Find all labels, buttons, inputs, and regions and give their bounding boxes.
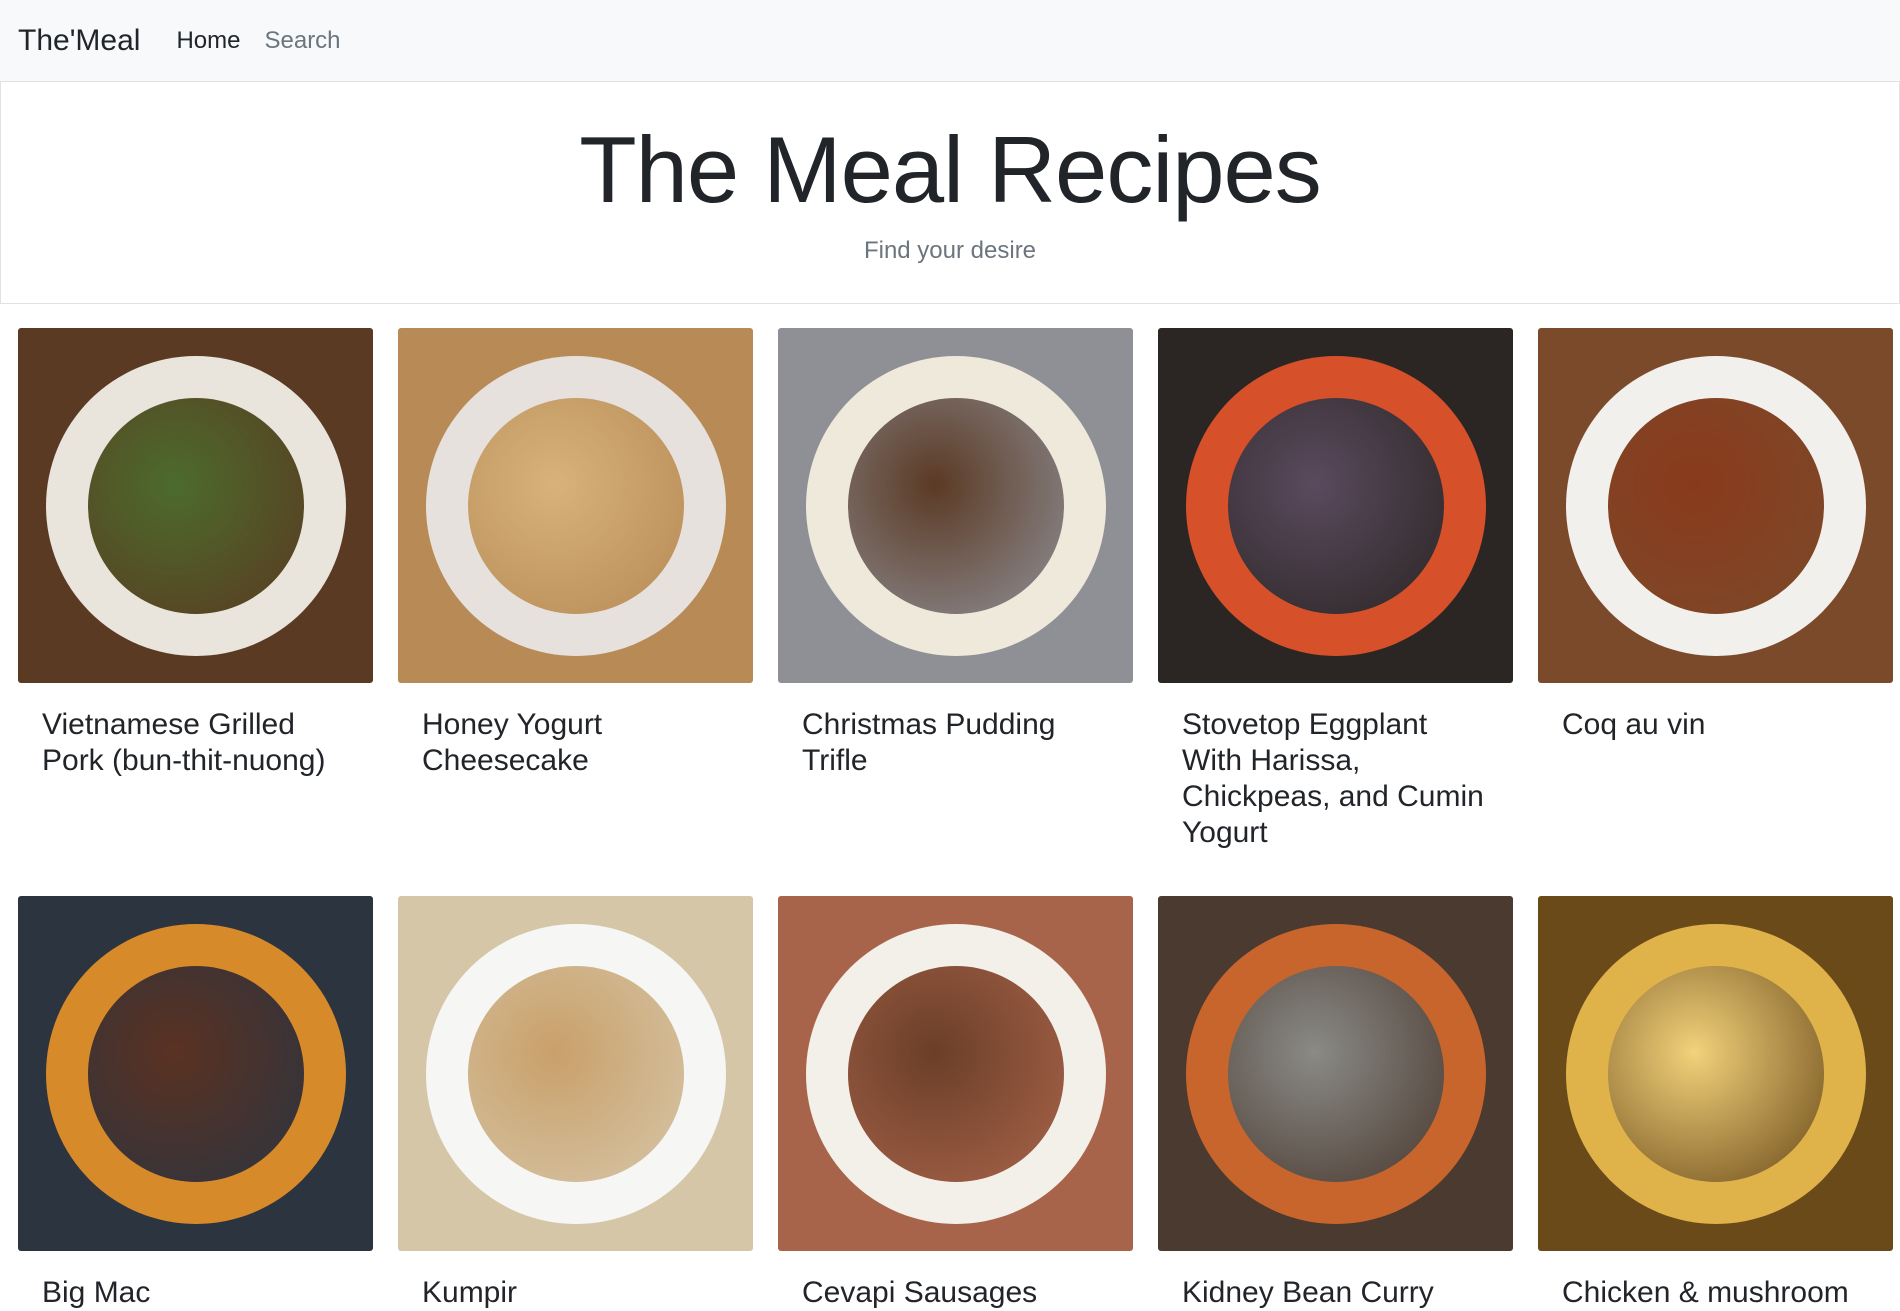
- noodle-bowl-photo[interactable]: [18, 328, 373, 683]
- recipe-card[interactable]: Christmas Pudding Trifle: [778, 328, 1133, 779]
- potato-bake-photo[interactable]: [1538, 896, 1893, 1251]
- page-title: The Meal Recipes: [579, 117, 1322, 222]
- recipe-card[interactable]: Honey Yogurt Cheesecake: [398, 328, 753, 779]
- recipe-card[interactable]: Vietnamese Grilled Pork (bun-thit-nuong): [18, 328, 373, 779]
- dish-food: [1228, 398, 1444, 614]
- recipe-card[interactable]: Chicken & mushroom: [1538, 896, 1893, 1311]
- nav-link-search[interactable]: Search: [264, 27, 340, 55]
- recipe-card[interactable]: Stovetop Eggplant With Harissa, Chickpea…: [1158, 328, 1513, 851]
- page-subtitle: Find your desire: [863, 237, 1037, 264]
- dish-food: [1228, 966, 1444, 1182]
- burger-photo[interactable]: [18, 896, 373, 1251]
- navbar-brand[interactable]: The'Meal: [18, 24, 140, 58]
- recipe-title[interactable]: Vietnamese Grilled Pork (bun-thit-nuong): [18, 707, 373, 779]
- recipe-card[interactable]: Coq au vin: [1538, 328, 1893, 743]
- recipe-title[interactable]: Coq au vin: [1538, 707, 1893, 743]
- dish-food: [468, 966, 684, 1182]
- nav-link-home[interactable]: Home: [176, 27, 240, 55]
- recipe-title[interactable]: Kumpir: [398, 1275, 753, 1311]
- navbar: The'Meal Home Search: [0, 0, 1900, 81]
- recipe-title[interactable]: Stovetop Eggplant With Harissa, Chickpea…: [1158, 707, 1513, 851]
- baked-potato-photo[interactable]: [398, 896, 753, 1251]
- recipe-card[interactable]: Kidney Bean Curry: [1158, 896, 1513, 1311]
- recipe-title[interactable]: Christmas Pudding Trifle: [778, 707, 1133, 779]
- recipe-title[interactable]: Cevapi Sausages: [778, 1275, 1133, 1311]
- dish-food: [848, 966, 1064, 1182]
- recipe-title[interactable]: Chicken & mushroom: [1538, 1275, 1893, 1311]
- dish-food: [88, 398, 304, 614]
- recipe-card[interactable]: Kumpir: [398, 896, 753, 1311]
- sausages-photo[interactable]: [778, 896, 1133, 1251]
- recipe-title[interactable]: Big Mac: [18, 1275, 373, 1311]
- recipe-card[interactable]: Cevapi Sausages: [778, 896, 1133, 1311]
- dish-food: [1608, 966, 1824, 1182]
- recipe-card[interactable]: Big Mac: [18, 896, 373, 1311]
- dish-food: [468, 398, 684, 614]
- dish-food: [848, 398, 1064, 614]
- eggplant-skillet-photo[interactable]: [1158, 328, 1513, 683]
- trifle-photo[interactable]: [778, 328, 1133, 683]
- hero-banner: The Meal Recipes Find your desire: [0, 81, 1900, 304]
- dish-food: [88, 966, 304, 1182]
- recipe-title[interactable]: Honey Yogurt Cheesecake: [398, 707, 753, 779]
- dish-food: [1608, 398, 1824, 614]
- coq-au-vin-photo[interactable]: [1538, 328, 1893, 683]
- recipe-title[interactable]: Kidney Bean Curry: [1158, 1275, 1513, 1311]
- cheesecake-photo[interactable]: [398, 328, 753, 683]
- curry-pot-photo[interactable]: [1158, 896, 1513, 1251]
